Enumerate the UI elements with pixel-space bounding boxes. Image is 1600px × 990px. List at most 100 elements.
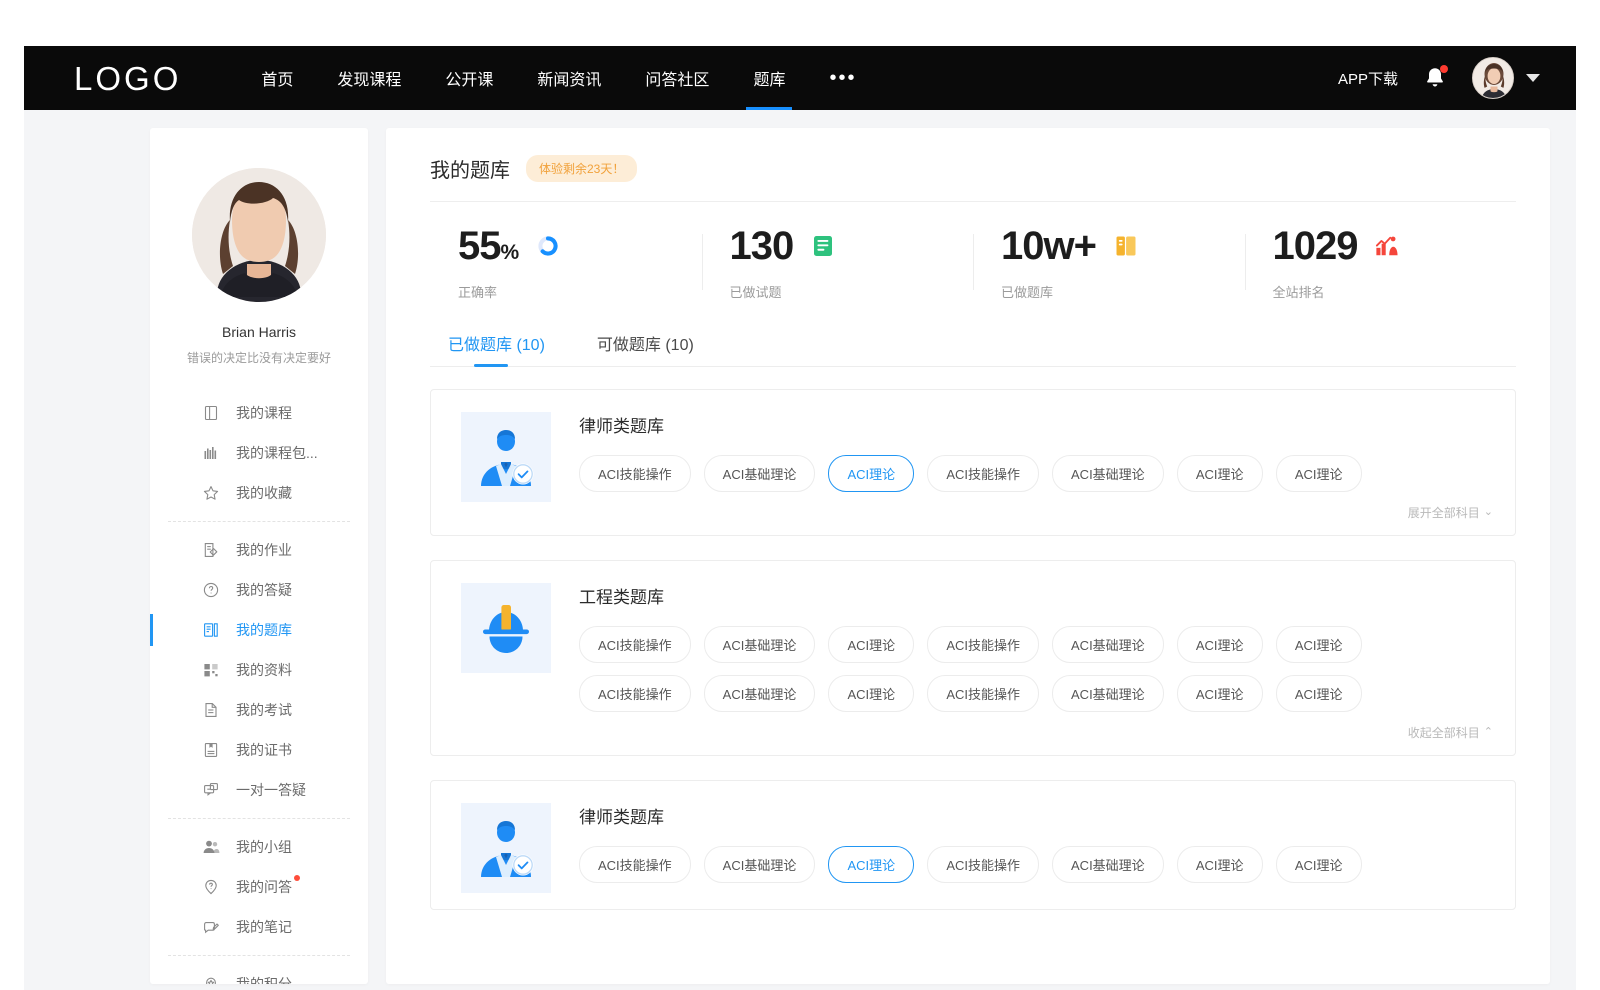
- sidebar-item-10[interactable]: 一对一答疑: [150, 770, 368, 810]
- certificate-icon: [202, 741, 220, 759]
- stat-card-4: 1029 全站排名: [1245, 226, 1517, 301]
- sidebar-item-7[interactable]: 我的资料: [150, 650, 368, 690]
- nav-item-6[interactable]: 题库: [731, 46, 807, 110]
- stat-value: 55%: [458, 226, 518, 266]
- sidebar-item-label: 我的证书: [236, 740, 292, 760]
- nav-item-2[interactable]: 发现课程: [315, 46, 423, 110]
- sidebar-item-label: 我的笔记: [236, 917, 292, 937]
- profile-picture: [192, 168, 326, 302]
- subject-tag[interactable]: ACI技能操作: [927, 626, 1039, 663]
- sidebar-item-12[interactable]: 我的问答: [150, 867, 368, 907]
- tag-row: ACI技能操作 ACI基础理论 ACI理论 ACI技能操作 ACI基础理论 ACI理论 AC…: [579, 455, 1493, 492]
- sidebar-item-13[interactable]: 我的笔记: [150, 907, 368, 947]
- sidebar-item-1[interactable]: 我的课程: [150, 393, 368, 433]
- subject-tag[interactable]: ACI基础理论: [704, 455, 816, 492]
- sidebar-item-label: 我的课程包...: [236, 443, 318, 463]
- panel-header: 我的题库 体验剩余23天！: [430, 154, 1516, 202]
- subject-tag[interactable]: ACI理论: [1177, 626, 1263, 663]
- stat-value-row: 10w+: [1001, 226, 1245, 266]
- card-body: 律师类题库ACI技能操作ACI基础理论ACI理论ACI技能操作ACI基础理论AC…: [579, 412, 1493, 521]
- question-bank-card[interactable]: 律师类题库ACI技能操作ACI基础理论ACI理论ACI技能操作ACI基础理论AC…: [430, 780, 1516, 910]
- stat-value-row: 1029: [1273, 226, 1517, 266]
- sidebar-menu: 我的课程我的课程包... 我的收藏我的作业我的答疑我的题库我的资料我的考试我的证书…: [150, 393, 368, 984]
- user-menu[interactable]: [1472, 57, 1540, 99]
- question-circle-icon: [202, 581, 220, 599]
- qa-pin-icon: [202, 878, 220, 896]
- subject-tag[interactable]: ACI理论: [828, 626, 914, 663]
- subject-tag[interactable]: ACI基础理论: [704, 846, 816, 883]
- subject-tag[interactable]: ACI技能操作: [579, 846, 691, 883]
- tab-1[interactable]: 已做题库 (10): [448, 331, 545, 367]
- sidebar-item-5[interactable]: 我的答疑: [150, 570, 368, 610]
- subject-tag[interactable]: ACI技能操作: [579, 675, 691, 712]
- toggle-subjects-link[interactable]: 收起全部科目⌃: [1408, 724, 1493, 741]
- subject-tag[interactable]: ACI基础理论: [1052, 675, 1164, 712]
- subject-tag[interactable]: ACI技能操作: [927, 846, 1039, 883]
- subject-tag[interactable]: ACI理论: [828, 675, 914, 712]
- toggle-subjects-link[interactable]: 展开全部科目⌄: [1408, 504, 1493, 521]
- subject-tag[interactable]: ACI基础理论: [1052, 846, 1164, 883]
- sidebar-item-6[interactable]: 我的题库: [150, 610, 368, 650]
- sidebar-item-14[interactable]: 我的积分: [150, 964, 368, 984]
- sidebar-item-8[interactable]: 我的考试: [150, 690, 368, 730]
- lawyer-avatar-icon: [461, 412, 551, 502]
- stat-unit: %: [501, 241, 519, 264]
- subject-tag[interactable]: ACI基础理论: [1052, 626, 1164, 663]
- subject-tag[interactable]: ACI技能操作: [927, 675, 1039, 712]
- stat-card-2: 130 已做试题: [702, 226, 974, 301]
- tag-row: ACI技能操作 ACI基础理论 ACI理论 ACI技能操作 ACI基础理论 ACI理论 AC…: [579, 626, 1493, 663]
- subject-tag[interactable]: ACI理论: [1177, 675, 1263, 712]
- question-bank-card[interactable]: 工程类题库ACI技能操作ACI基础理论ACI理论ACI技能操作ACI基础理论AC…: [430, 560, 1516, 756]
- tag-row: ACI技能操作 ACI基础理论 ACI理论 ACI技能操作 ACI基础理论 ACI理论 AC…: [579, 846, 1493, 883]
- tab-bar: 已做题库 (10) 可做题库 (10): [430, 313, 1516, 367]
- star-icon: [202, 484, 220, 502]
- donut-progress-icon: [536, 234, 560, 258]
- chevron-up-icon: ⌃: [1484, 727, 1493, 738]
- card-footer: 展开全部科目⌄: [579, 504, 1493, 521]
- subject-tag[interactable]: ACI基础理论: [704, 626, 816, 663]
- subject-tag[interactable]: ACI理论: [828, 455, 914, 492]
- subject-tag[interactable]: ACI基础理论: [704, 675, 816, 712]
- subject-tag[interactable]: ACI理论: [1276, 626, 1362, 663]
- subject-tag[interactable]: ACI理论: [1177, 846, 1263, 883]
- tab-2[interactable]: 可做题库 (10): [597, 331, 694, 367]
- stat-label: 全站排名: [1273, 282, 1517, 301]
- nav-more-icon[interactable]: •••: [807, 46, 878, 110]
- nav-item-1[interactable]: 首页: [239, 46, 315, 110]
- subject-tag[interactable]: ACI技能操作: [579, 626, 691, 663]
- stat-label: 已做试题: [730, 282, 974, 301]
- sidebar-item-11[interactable]: 我的小组: [150, 827, 368, 867]
- sidebar-item-2[interactable]: 我的课程包...: [150, 433, 368, 473]
- nav-item-5[interactable]: 问答社区: [623, 46, 731, 110]
- site-logo[interactable]: LOGO: [74, 62, 181, 95]
- avatar: [1472, 57, 1514, 99]
- main-panel: 我的题库 体验剩余23天！ 55%正确率130已做试题10w+已做题库1029全…: [386, 128, 1550, 984]
- sidebar-item-4[interactable]: 我的作业: [150, 530, 368, 570]
- stat-value-row: 130: [730, 226, 974, 266]
- subject-tag[interactable]: ACI理论: [1276, 455, 1362, 492]
- question-bank-card[interactable]: 律师类题库ACI技能操作ACI基础理论ACI理论ACI技能操作ACI基础理论AC…: [430, 389, 1516, 536]
- sidebar-item-9[interactable]: 我的证书: [150, 730, 368, 770]
- sidebar-item-label: 我的问答: [236, 877, 292, 897]
- trial-status-badge: 体验剩余23天！: [526, 155, 637, 182]
- subject-tag[interactable]: ACI理论: [828, 846, 914, 883]
- subject-tag[interactable]: ACI技能操作: [579, 455, 691, 492]
- nav-item-4[interactable]: 新闻资讯: [515, 46, 623, 110]
- profile-motto: 错误的决定比没有决定要好: [164, 350, 354, 367]
- stat-value: 130: [730, 226, 794, 266]
- subject-tag[interactable]: ACI理论: [1276, 675, 1362, 712]
- sidebar-item-3[interactable]: 我的收藏: [150, 473, 368, 513]
- nav-item-3[interactable]: 公开课: [423, 46, 515, 110]
- stat-card-1: 55%正确率: [430, 226, 702, 301]
- app-download-link[interactable]: APP下载: [1338, 68, 1398, 89]
- green-book-icon: [811, 234, 835, 258]
- subject-tag[interactable]: ACI技能操作: [927, 455, 1039, 492]
- sidebar-item-label: 我的收藏: [236, 483, 292, 503]
- sidebar-item-label: 我的资料: [236, 660, 292, 680]
- subject-tag[interactable]: ACI理论: [1177, 455, 1263, 492]
- subject-tag[interactable]: ACI理论: [1276, 846, 1362, 883]
- bell-icon[interactable]: [1424, 66, 1446, 90]
- subject-tag[interactable]: ACI基础理论: [1052, 455, 1164, 492]
- question-bank-icon: [202, 621, 220, 639]
- materials-icon: [202, 661, 220, 679]
